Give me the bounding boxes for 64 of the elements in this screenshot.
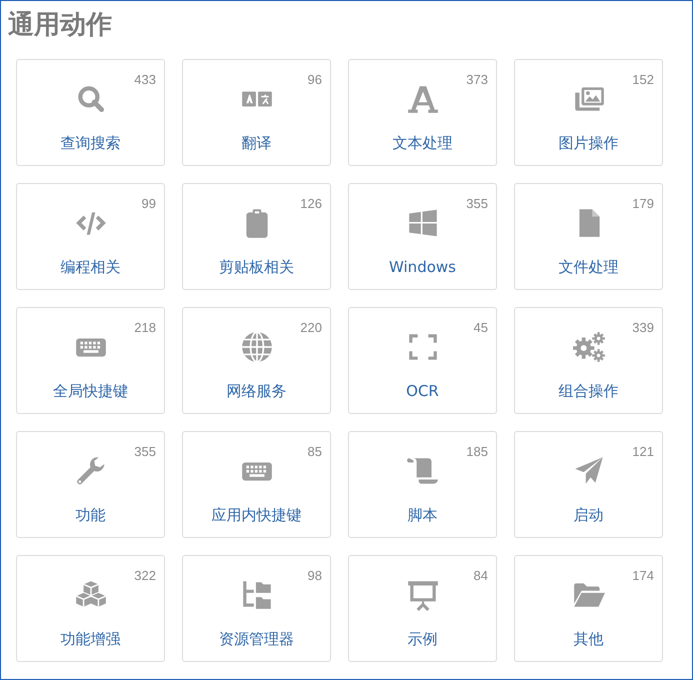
category-card[interactable]: 433 查询搜索	[16, 59, 165, 166]
category-label: 脚本	[408, 505, 438, 525]
category-card[interactable]: 373 文本处理	[348, 59, 497, 166]
category-card[interactable]: 85 应用内快捷键	[182, 431, 331, 538]
category-card[interactable]: 218 全局快捷键	[16, 307, 165, 414]
item-count: 152	[632, 72, 654, 88]
category-label: 应用内快捷键	[212, 505, 302, 525]
item-count: 220	[300, 320, 322, 336]
category-card[interactable]: 84 示例	[348, 555, 497, 662]
item-count: 218	[134, 320, 156, 336]
category-label: 剪贴板相关	[219, 257, 294, 277]
category-card[interactable]: 220 网络服务	[182, 307, 331, 414]
category-label: 功能增强	[60, 629, 120, 649]
category-card[interactable]: 174 其他	[514, 555, 663, 662]
category-label: 翻译	[242, 133, 272, 153]
category-label: 文本处理	[392, 133, 452, 153]
category-card[interactable]: 355 Windows	[348, 183, 497, 290]
category-card[interactable]: 152 图片操作	[514, 59, 663, 166]
item-count: 355	[134, 444, 156, 460]
globe-icon	[240, 330, 274, 364]
category-card[interactable]: 121 启动	[514, 431, 663, 538]
category-label: 图片操作	[558, 133, 618, 153]
category-label: 编程相关	[60, 257, 120, 277]
item-count: 121	[632, 444, 654, 460]
category-label: 全局快捷键	[53, 381, 128, 401]
category-label: 资源管理器	[219, 629, 294, 649]
category-label: 网络服务	[226, 381, 286, 401]
category-label: 启动	[574, 505, 604, 525]
item-count: 179	[632, 196, 654, 212]
item-count: 339	[632, 320, 654, 336]
category-label: 文件处理	[558, 257, 618, 277]
category-label: 查询搜索	[60, 133, 120, 153]
category-card[interactable]: 96 翻译	[182, 59, 331, 166]
item-count: 433	[134, 72, 156, 88]
category-label: 其他	[574, 629, 604, 649]
item-count: 373	[466, 72, 488, 88]
category-label: 功能	[76, 505, 106, 525]
item-count: 96	[308, 72, 322, 88]
item-count: 98	[308, 568, 322, 584]
category-card[interactable]: 339 组合操作	[514, 307, 663, 414]
item-count: 45	[474, 320, 488, 336]
item-count: 185	[466, 444, 488, 460]
category-card[interactable]: 185 脚本	[348, 431, 497, 538]
item-count: 99	[142, 196, 156, 212]
category-card[interactable]: 322 功能增强	[16, 555, 165, 662]
item-count: 84	[474, 568, 488, 584]
item-count: 85	[308, 444, 322, 460]
category-label: 组合操作	[558, 381, 618, 401]
presentation-board-icon	[406, 578, 440, 612]
category-label: Windows	[389, 257, 456, 277]
item-count: 355	[466, 196, 488, 212]
category-card[interactable]: 45 OCR	[348, 307, 497, 414]
category-card[interactable]: 98 资源管理器	[182, 555, 331, 662]
category-card[interactable]: 126 剪贴板相关	[182, 183, 331, 290]
item-count: 126	[300, 196, 322, 212]
gears-icon	[572, 330, 606, 364]
item-count: 174	[632, 568, 654, 584]
category-label: 示例	[408, 629, 438, 649]
category-label: OCR	[406, 381, 439, 401]
category-card[interactable]: 99 编程相关	[16, 183, 165, 290]
item-count: 322	[134, 568, 156, 584]
category-card[interactable]: 179 文件处理	[514, 183, 663, 290]
section-title: 通用动作	[8, 9, 113, 42]
category-card[interactable]: 355 功能	[16, 431, 165, 538]
